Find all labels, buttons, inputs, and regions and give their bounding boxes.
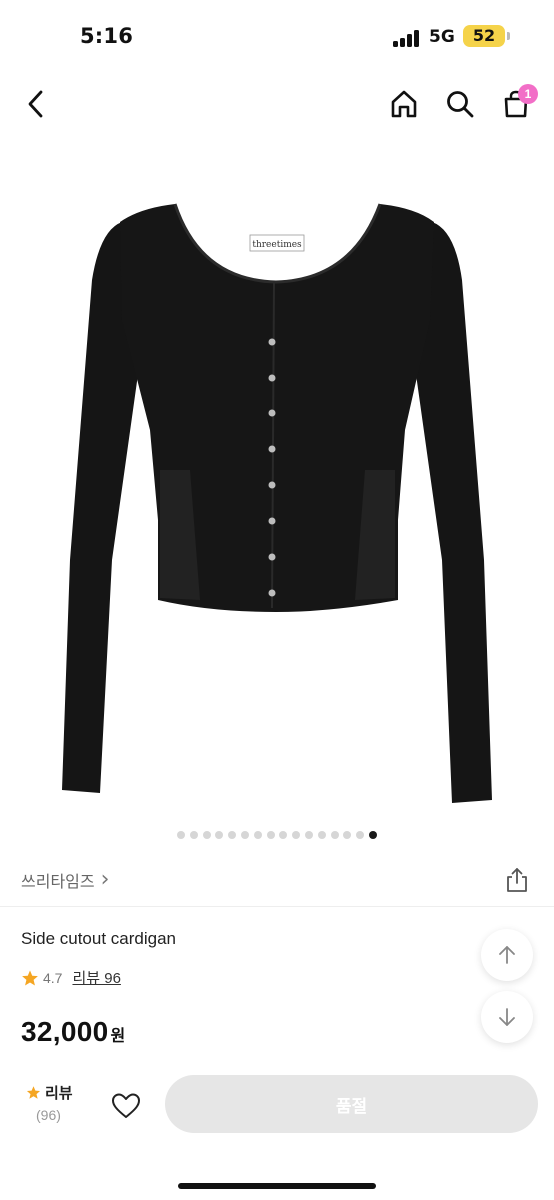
review-label: 리뷰 bbox=[45, 1084, 73, 1102]
product-image: threetimes bbox=[62, 203, 492, 803]
cart-count-badge: 1 bbox=[518, 84, 538, 104]
brand-row: 쓰리타임즈 › bbox=[0, 858, 554, 902]
scroll-down-button[interactable] bbox=[481, 991, 533, 1043]
garment-label-text: threetimes bbox=[252, 240, 302, 250]
battery-icon: 52 bbox=[463, 25, 505, 47]
divider bbox=[0, 906, 554, 907]
bottom-action-bar: 리뷰 (96) 품절 bbox=[0, 1066, 554, 1200]
home-button[interactable] bbox=[386, 86, 422, 122]
network-type: 5G bbox=[429, 27, 455, 47]
carousel-dots bbox=[0, 830, 554, 840]
arrow-down-icon bbox=[499, 1008, 515, 1026]
battery-cap bbox=[507, 32, 510, 40]
carousel-dot[interactable] bbox=[292, 831, 301, 839]
carousel-dot[interactable] bbox=[279, 831, 288, 839]
star-icon bbox=[26, 1086, 41, 1099]
back-button[interactable] bbox=[18, 86, 54, 122]
carousel-dot[interactable] bbox=[177, 831, 185, 839]
chevron-left-icon bbox=[28, 90, 43, 118]
carousel-dot[interactable] bbox=[241, 831, 249, 839]
nav-bar: 1 bbox=[0, 72, 554, 138]
status-bar: 5:16 5G 52 bbox=[0, 0, 554, 72]
carousel-dot[interactable] bbox=[356, 831, 365, 839]
price-amount: 32,000 bbox=[21, 1016, 109, 1047]
carousel-dot[interactable] bbox=[305, 831, 313, 839]
carousel-dot[interactable] bbox=[369, 831, 377, 839]
carousel-dot[interactable] bbox=[343, 831, 352, 839]
carousel-dot[interactable] bbox=[317, 831, 326, 839]
rating-row: 4.7 리뷰 96 bbox=[21, 967, 121, 988]
review-link[interactable]: 리뷰 96 bbox=[72, 967, 120, 988]
share-icon bbox=[507, 868, 527, 892]
carousel-dot[interactable] bbox=[228, 831, 237, 839]
home-indicator bbox=[178, 1183, 376, 1189]
signal-icon bbox=[393, 29, 423, 47]
price-currency: 원 bbox=[110, 1026, 126, 1045]
scroll-up-button[interactable] bbox=[481, 929, 533, 981]
carousel-dot[interactable] bbox=[215, 831, 224, 839]
brand-link[interactable]: 쓰리타임즈 › bbox=[21, 868, 109, 892]
arrow-up-icon bbox=[499, 946, 515, 964]
status-time: 5:16 bbox=[80, 24, 134, 48]
review-summary-button[interactable]: 리뷰 (96) bbox=[26, 1082, 86, 1123]
star-icon bbox=[22, 970, 38, 985]
review-count: (96) bbox=[36, 1107, 61, 1123]
carousel-dot[interactable] bbox=[330, 831, 339, 839]
carousel-dot[interactable] bbox=[202, 831, 211, 839]
home-icon bbox=[391, 90, 417, 118]
carousel-dot[interactable] bbox=[189, 831, 198, 839]
search-icon bbox=[447, 91, 474, 118]
chevron-right-icon: › bbox=[100, 867, 110, 892]
brand-name: 쓰리타임즈 bbox=[21, 872, 95, 891]
carousel-dot[interactable] bbox=[253, 831, 262, 839]
soldout-button[interactable]: 품절 bbox=[165, 1075, 538, 1133]
heart-icon bbox=[112, 1093, 140, 1118]
share-button[interactable] bbox=[503, 866, 531, 894]
search-button[interactable] bbox=[442, 86, 478, 122]
product-image-carousel[interactable]: threetimes bbox=[0, 140, 554, 820]
rating-value: 4.7 bbox=[43, 969, 63, 986]
wishlist-button[interactable] bbox=[110, 1090, 142, 1122]
product-name: Side cutout cardigan bbox=[21, 929, 176, 948]
carousel-dot[interactable] bbox=[266, 831, 275, 839]
price: 32,000 원 bbox=[21, 1016, 125, 1048]
